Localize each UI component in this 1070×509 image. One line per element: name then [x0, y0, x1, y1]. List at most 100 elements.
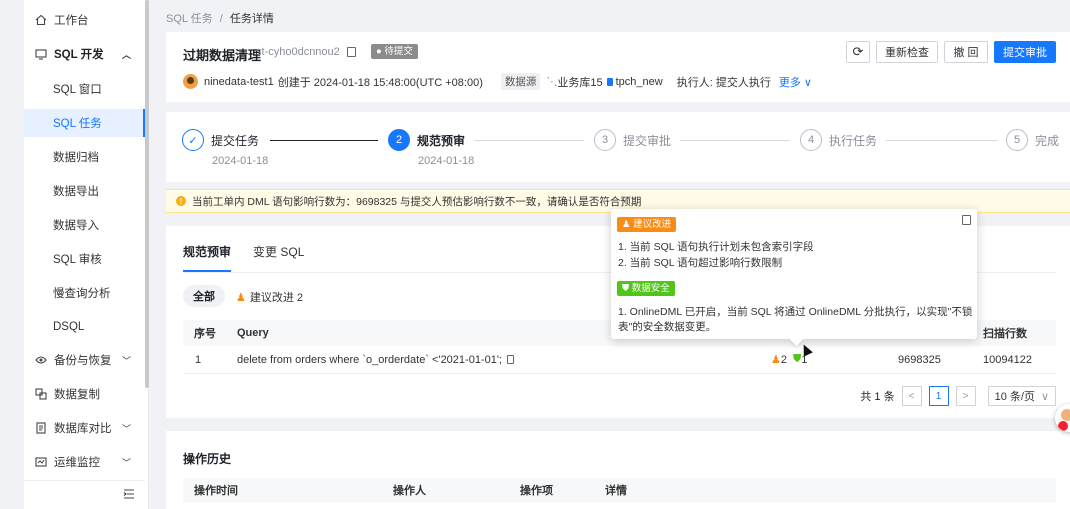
column-scan-rows: 扫描行数 [983, 328, 1027, 340]
warning-icon: ! [176, 196, 186, 206]
backup-icon [35, 354, 47, 366]
sidebar-item-sql-task[interactable]: SQL 任务 [24, 109, 145, 137]
sidebar-item-dsql[interactable]: DSQL [24, 313, 145, 341]
sidebar-item-label: 数据库对比 [54, 423, 112, 435]
bulb-icon: ♟ [236, 292, 246, 304]
sidebar-item-sql-audit[interactable]: SQL 审核 [24, 245, 145, 273]
database-name[interactable]: tpch_new [616, 76, 663, 88]
sidebar-item-backup[interactable]: 备份与恢复 ﹀ [24, 346, 145, 374]
sidebar-item-db-compare[interactable]: 数据库对比 ﹀ [24, 414, 145, 442]
sidebar-item-label: SQL 审核 [53, 254, 102, 266]
sidebar-item-label: 慢查询分析 [53, 288, 111, 300]
table-row[interactable]: 1 delete from orders where `o_orderdate`… [183, 346, 1056, 374]
sidebar-item-data-archive[interactable]: 数据归档 [24, 143, 145, 171]
datasource-name[interactable]: 业务库15 [557, 74, 602, 90]
task-id-text: st-cyho0dcnnou2 [256, 46, 340, 58]
step-number: 4 [800, 129, 822, 151]
column-detail: 详情 [605, 485, 627, 497]
next-page-button[interactable]: > [955, 386, 976, 406]
step-done: 5 完成 [1006, 129, 1059, 151]
sidebar-item-slow-query[interactable]: 慢查询分析 [24, 279, 145, 307]
tabs: 规范预审 变更 SQL [183, 243, 326, 272]
filter-advice-button[interactable]: ♟ 建议改进 2 [236, 289, 303, 305]
breadcrumb: SQL 任务 / 任务详情 [166, 10, 274, 26]
sidebar-item-label: SQL 窗口 [53, 84, 102, 96]
step-submit: ✓ 提交任务 [182, 129, 259, 151]
advice-line: 1. 当前 SQL 语句执行计划未包含索引字段 [618, 241, 814, 253]
more-label: 更多 [778, 76, 801, 89]
sidebar-item-workbench[interactable]: 工作台 [24, 6, 145, 34]
column-operator: 操作人 [393, 485, 426, 497]
advice-line: 2. 当前 SQL 语句超过影响行数限制 [618, 257, 783, 269]
step-label: 完成 [1035, 133, 1060, 148]
step-label: 执行任务 [829, 133, 878, 148]
step-label: 规范预审 [417, 133, 466, 148]
security-tag-label: 数据安全 [631, 283, 670, 294]
tab-change-sql[interactable]: 变更 SQL [253, 243, 304, 272]
task-id: st-cyho0dcnnou2 [256, 46, 356, 58]
filter-all-button[interactable]: 全部 [183, 285, 225, 307]
copy-icon[interactable] [507, 355, 514, 364]
executor: 执行人: 提交人执行 [676, 76, 771, 89]
progress-steps: ✓ 提交任务 2024-01-18 2 规范预审 2024-01-18 3 提交… [166, 112, 1070, 182]
compare-icon [35, 422, 47, 434]
page-size-select[interactable]: 10 条/页 ∨ [987, 386, 1056, 406]
datasource-label: 数据源 [500, 73, 541, 90]
sidebar-scrollbar[interactable] [145, 0, 149, 388]
breadcrumb-parent[interactable]: SQL 任务 [166, 13, 213, 25]
sidebar-item-label: DSQL [53, 321, 85, 333]
history-table-header: 操作时间 操作人 操作项 详情 [183, 478, 1056, 502]
column-op-time: 操作时间 [194, 485, 238, 497]
sidebar-item-data-import[interactable]: 数据导入 [24, 211, 145, 239]
row-affected-rows: 9698325 [898, 353, 941, 366]
step-connector [886, 140, 998, 141]
refresh-button[interactable]: ⟳ [846, 41, 870, 63]
page-size-label: 10 条/页 [994, 391, 1035, 403]
chevron-down-icon: ﹀ [121, 457, 131, 468]
sidebar-item-label: 数据导入 [53, 220, 99, 232]
chevron-down-icon: ∨ [803, 76, 812, 89]
sidebar-item-label: 数据归档 [53, 152, 99, 164]
sidebar-item-ops-monitor[interactable]: 运维监控 ﹀ [24, 448, 145, 476]
monitor-ops-icon [35, 456, 47, 468]
avatar [183, 74, 198, 89]
creator-name: ninedata-test1 [204, 75, 274, 88]
row-scan-rows: 10094122 [983, 353, 1032, 366]
revoke-button[interactable]: 撤 回 [944, 41, 988, 63]
pagination: 共 1 条 < 1 > 10 条/页 ∨ [860, 386, 1056, 406]
prev-page-button[interactable]: < [901, 386, 922, 406]
step-label: 提交审批 [623, 133, 672, 148]
status-text: 待提交 [384, 46, 413, 57]
copy-icon[interactable] [346, 47, 356, 58]
sidebar-item-label: 工作台 [54, 15, 89, 27]
breadcrumb-current: 任务详情 [229, 13, 274, 25]
step-date: 2024-01-18 [418, 155, 475, 167]
page-1-button[interactable]: 1 [928, 386, 949, 406]
step-label: 提交任务 [211, 133, 260, 148]
copy-icon[interactable] [962, 215, 971, 225]
advice-count: 2 [780, 353, 787, 366]
app-root: 工作台 SQL 开发 ︿ SQL 窗口 SQL 任务 数据归档 数据导出 数据导… [0, 0, 1070, 509]
step-precheck: 2 规范预审 [388, 129, 465, 151]
sidebar-item-data-export[interactable]: 数据导出 [24, 177, 145, 205]
tab-precheck[interactable]: 规范预审 [183, 243, 232, 272]
sidebar-item-sql-window[interactable]: SQL 窗口 [24, 75, 145, 103]
sidebar-item-replication[interactable]: 数据复制 [24, 380, 145, 408]
recheck-button[interactable]: 重新检查 [876, 41, 938, 63]
menu-collapse-button[interactable] [24, 480, 145, 509]
breadcrumb-separator: / [219, 13, 223, 25]
menu-collapse-icon [123, 488, 135, 502]
sidebar-item-sql-dev[interactable]: SQL 开发 ︿ [24, 40, 145, 68]
step-execute: 4 执行任务 [800, 129, 877, 151]
sidebar-item-label: 运维监控 [54, 457, 100, 469]
submit-approval-button[interactable]: 提交审批 [994, 41, 1056, 63]
refresh-icon: ⟳ [852, 44, 864, 59]
more-link[interactable]: 更多 ∨ [779, 74, 812, 90]
sidebar-item-label: SQL 任务 [53, 118, 102, 130]
total-count: 共 1 条 [860, 391, 895, 403]
column-op-item: 操作项 [520, 485, 553, 497]
history-title: 操作历史 [183, 452, 232, 466]
sidebar-item-label: 数据导出 [53, 186, 99, 198]
security-line: 1. OnlineDML 已开启，当前 SQL 将通过 OnlineDML 分批… [618, 306, 973, 318]
sidebar-item-label: 备份与恢复 [54, 355, 112, 367]
